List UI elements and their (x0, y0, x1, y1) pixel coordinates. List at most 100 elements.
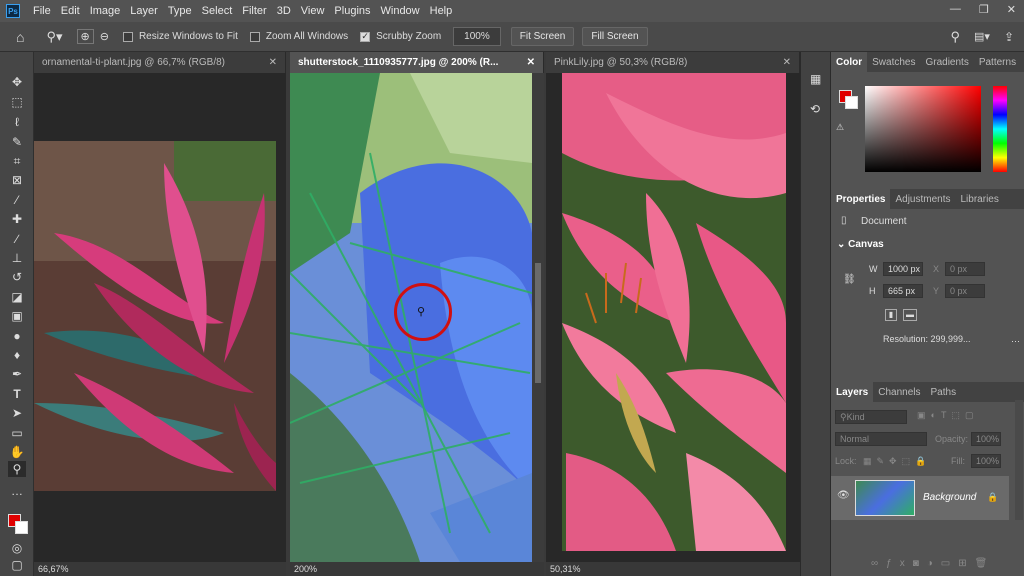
menu-3d[interactable]: 3D (272, 5, 296, 17)
eye-icon[interactable]: 👁 (837, 490, 850, 501)
menu-help[interactable]: Help (425, 5, 458, 17)
zoom-tool-active-icon[interactable]: ⚲ (8, 461, 26, 477)
canvas-ornamental-ti-plant[interactable] (34, 73, 286, 562)
move-tool-icon[interactable]: ✥ (8, 74, 26, 90)
home-icon[interactable]: ⌂ (16, 29, 24, 45)
height-field[interactable]: 665 px (883, 284, 923, 298)
close-tab-icon[interactable]: ✕ (783, 57, 791, 68)
zoom-all-windows-checkbox[interactable]: Zoom All Windows (249, 31, 348, 42)
portrait-orientation-icon[interactable]: ▮ (885, 309, 897, 321)
tab-channels[interactable]: Channels (873, 387, 925, 398)
tab-color[interactable]: Color (831, 52, 868, 72)
clone-stamp-tool-icon[interactable]: ⊥ (8, 250, 26, 266)
menu-edit[interactable]: Edit (56, 5, 85, 17)
layer-kind-filter[interactable]: ⚲ Kind (835, 410, 907, 424)
canvas-section-header[interactable]: ⌄ Canvas (837, 239, 884, 250)
hand-tool-icon[interactable]: ✋ (8, 444, 26, 460)
canvas-shutterstock[interactable]: ⚲ (290, 73, 532, 562)
lock-icons[interactable]: ▦✎✥⬚🔒 (863, 456, 931, 467)
blur-tool-icon[interactable]: ● (8, 328, 26, 344)
share-icon[interactable]: ⇪ (1004, 30, 1014, 44)
tab-ornamental-ti-plant[interactable]: ornamental-ti-plant.jpg @ 66,7% (RGB/8) ✕ (34, 52, 286, 73)
tab-libraries[interactable]: Libraries (956, 194, 1004, 205)
color-field[interactable] (865, 86, 981, 172)
menu-file[interactable]: File (28, 5, 56, 17)
restore-icon[interactable]: ❐ (979, 3, 989, 16)
lasso-tool-icon[interactable]: ℓ (8, 114, 26, 130)
layer-row-background[interactable]: 👁 Background 🔒 (831, 476, 1009, 520)
history-brush-tool-icon[interactable]: ↺ (8, 269, 26, 285)
zoom-tool-icon[interactable]: ⚲▾ (46, 29, 62, 45)
workspace-icon[interactable]: ▤▾ (974, 30, 990, 43)
blend-mode-select[interactable]: Normal (835, 432, 927, 446)
background-color-swatch[interactable] (15, 521, 28, 534)
marquee-tool-icon[interactable]: ⬚ (8, 94, 26, 110)
x-field[interactable]: 0 px (945, 262, 985, 276)
quick-mask-icon[interactable]: ◎ (8, 540, 26, 556)
rectangle-tool-icon[interactable]: ▭ (8, 425, 26, 441)
resize-windows-checkbox[interactable]: Resize Windows to Fit (122, 31, 238, 42)
frame-tool-icon[interactable]: ⊠ (8, 172, 26, 188)
color-panel-tabs: Color Swatches Gradients Patterns (831, 52, 1024, 72)
menu-plugins[interactable]: Plugins (329, 5, 375, 17)
menu-view[interactable]: View (296, 5, 330, 17)
menu-filter[interactable]: Filter (237, 5, 271, 17)
color-panel-background-swatch[interactable] (845, 96, 858, 109)
tab-shutterstock[interactable]: shutterstock_1110935777.jpg @ 200% (R...… (290, 52, 544, 73)
more-icon[interactable]: ⋯ (1011, 336, 1020, 347)
fill-screen-button[interactable]: Fill Screen (582, 27, 648, 46)
zoom-in-icon[interactable]: ⊕ (76, 29, 94, 44)
layer-lock-icon: 🔒 (987, 492, 999, 502)
pen-tool-icon[interactable]: ✒ (8, 366, 26, 382)
quick-select-tool-icon[interactable]: ✎ (8, 134, 26, 150)
layer-filter-icons[interactable]: ▣◐T⬚▢ (917, 410, 978, 421)
menu-layer[interactable]: Layer (125, 5, 163, 17)
link-icon[interactable]: ⛓ (843, 274, 856, 285)
path-select-tool-icon[interactable]: ➤ (8, 405, 26, 421)
close-tab-icon[interactable]: ✕ (527, 57, 535, 68)
tab-gradients[interactable]: Gradients (920, 57, 973, 68)
screen-mode-icon[interactable]: ▢ (8, 557, 26, 573)
vertical-scrollbar[interactable] (532, 73, 544, 562)
scrubby-zoom-checkbox[interactable]: ✓ Scrubby Zoom (360, 31, 441, 42)
canvas-pinklily[interactable] (546, 73, 800, 562)
tab-adjustments[interactable]: Adjustments (890, 194, 955, 205)
tab-properties[interactable]: Properties (831, 189, 891, 209)
dodge-tool-icon[interactable]: ♦ (8, 347, 26, 363)
fit-screen-button[interactable]: Fit Screen (510, 27, 575, 46)
tab-pinklily[interactable]: PinkLily.jpg @ 50,3% (RGB/8) ✕ (546, 52, 800, 73)
close-icon[interactable]: ✕ (1007, 3, 1016, 16)
zoom-percent-field[interactable]: 100% (453, 27, 501, 46)
menu-image[interactable]: Image (85, 5, 126, 17)
healing-brush-tool-icon[interactable]: ✚ (8, 211, 26, 227)
eraser-tool-icon[interactable]: ◪ (8, 289, 26, 305)
close-tab-icon[interactable]: ✕ (269, 57, 277, 68)
menu-select[interactable]: Select (197, 5, 238, 17)
more-tools-icon[interactable]: … (8, 483, 26, 499)
fill-field[interactable]: 100% (971, 454, 1001, 468)
minimize-icon[interactable]: — (950, 3, 961, 16)
layers-scrollbar[interactable] (1015, 400, 1023, 520)
search-icon[interactable]: ⚲ (950, 29, 960, 45)
width-field[interactable]: 1000 px (883, 262, 923, 276)
opacity-field[interactable]: 100% (971, 432, 1001, 446)
menu-window[interactable]: Window (376, 5, 425, 17)
gradient-tool-icon[interactable]: ▣ (8, 308, 26, 324)
tab-paths[interactable]: Paths (926, 387, 962, 398)
crop-tool-icon[interactable]: ⌗ (8, 153, 26, 169)
type-tool-icon[interactable]: T (8, 386, 26, 402)
brush-tool-icon[interactable]: ∕ (8, 231, 26, 247)
tab-patterns[interactable]: Patterns (974, 57, 1021, 68)
menu-type[interactable]: Type (163, 5, 197, 17)
tab-swatches[interactable]: Swatches (867, 57, 920, 68)
y-field[interactable]: 0 px (945, 284, 985, 298)
layer-name[interactable]: Background (923, 492, 976, 503)
zoom-out-icon[interactable]: ⊖ (100, 30, 109, 43)
layers-bottom-icons[interactable]: ∞ƒx◙◑▭⊞🗑 (871, 558, 995, 569)
history-icon[interactable]: ▦ (810, 72, 821, 86)
actions-icon[interactable]: ⟲ (810, 102, 820, 116)
tab-layers[interactable]: Layers (831, 382, 874, 402)
landscape-orientation-icon[interactable]: ▬ (903, 309, 917, 321)
hue-slider[interactable] (993, 86, 1007, 172)
eyedropper-tool-icon[interactable]: ⁄ (8, 192, 26, 208)
